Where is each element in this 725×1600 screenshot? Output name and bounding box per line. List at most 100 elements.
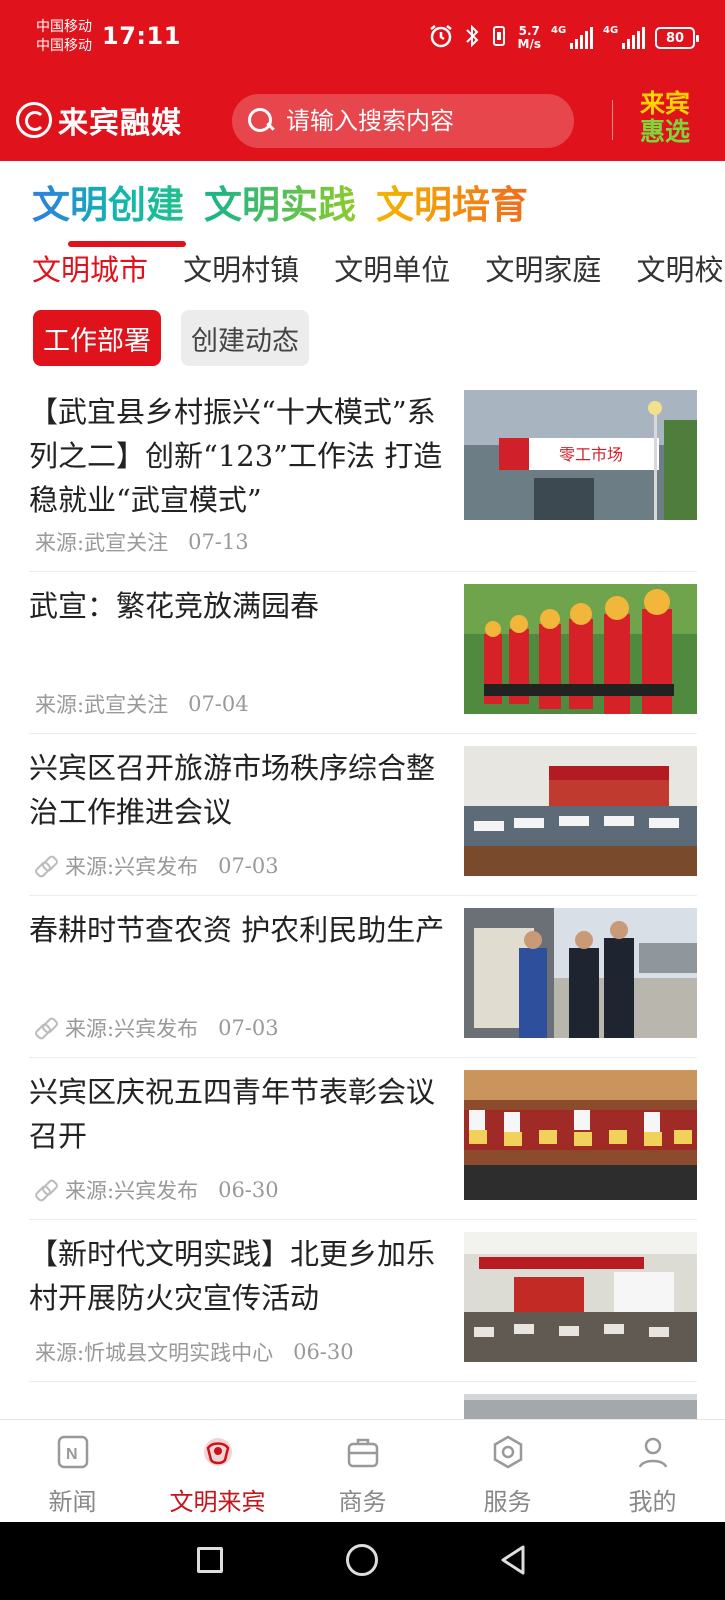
news-date: 07-03 [218, 1016, 279, 1040]
news-source: 来源:兴宾发布 [65, 1179, 199, 1203]
carrier-1: 中国移动 [36, 19, 92, 35]
news-title: 兴宾区召开旅游市场秩序综合整治工作推进会议 [29, 751, 436, 829]
news-item[interactable]: 兴宾区召开旅游市场秩序综合整治工作推进会议 来源:兴宾发布 07-03 [29, 746, 697, 896]
tab-wenming-chuangjian[interactable]: 文明创建 [32, 174, 186, 247]
news-thumbnail [464, 746, 697, 876]
news-item[interactable]: 【新时代文明实践】北更乡加乐村开展防火灾宣传活动 来源:忻城县文明实践中心 06… [29, 1232, 697, 1382]
battery-icon: 80 [655, 27, 699, 49]
news-meta: 来源:兴宾发布 07-03 [35, 851, 279, 881]
news-title: 【武宜县乡村振兴“十大模式”系列之二】创新“123”工作法 打造稳就业“武宣模式… [29, 395, 443, 517]
news-date: 07-03 [218, 854, 279, 878]
news-title: 兴宾区庆祝五四青年节表彰会议召开 [29, 1075, 436, 1153]
bluetooth-icon [464, 23, 480, 53]
tab-label: 文明实践 [204, 182, 357, 227]
battery-level: 80 [665, 30, 685, 46]
app-name: 来宾融媒 [58, 106, 182, 141]
tab-label: 文明创建 [32, 182, 185, 227]
news-item[interactable]: 武宣：繁花竞放满园春 来源:武宣关注 07-04 [29, 584, 697, 734]
news-thumbnail [464, 908, 697, 1038]
search-icon [246, 106, 276, 136]
signal-2-icon: 4G [603, 25, 645, 51]
profile-icon [635, 1434, 671, 1470]
search-bar[interactable] [232, 94, 574, 148]
promo-button[interactable]: 来宾 惠选 [630, 90, 700, 146]
signal-1-icon: 4G [551, 25, 593, 51]
news-thumbnail: 零工市场 [464, 390, 697, 520]
civilization-icon [200, 1434, 236, 1470]
bottom-navigation: N 新闻 文明来宾 商务 服务 我的 [0, 1419, 725, 1522]
subtab-civilized-city[interactable]: 文明城市 [32, 247, 148, 289]
search-input[interactable] [286, 107, 556, 135]
nav-business[interactable]: 商务 [290, 1420, 435, 1522]
promo-line-1: 来宾 [639, 89, 690, 118]
link-icon [35, 1017, 57, 1039]
app-top-bar: 中国移动 中国移动 17:11 5.7 M/s 4G 4G 80 来宾融媒 请输… [0, 0, 725, 161]
news-item[interactable]: 【武宜县乡村振兴“十大模式”系列之二】创新“123”工作法 打造稳就业“武宣模式… [29, 390, 697, 572]
nav-profile[interactable]: 我的 [580, 1420, 725, 1522]
back-icon[interactable] [498, 1544, 528, 1576]
news-item[interactable]: 春耕时节查农资 护农利民助生产 来源:兴宾发布 07-03 [29, 908, 697, 1058]
vibrate-icon [490, 23, 508, 53]
news-date: 07-04 [188, 692, 249, 716]
tab-wenming-peiyu[interactable]: 文明培育 [376, 174, 528, 229]
news-thumbnail [464, 1232, 697, 1362]
nav-service[interactable]: 服务 [435, 1420, 580, 1522]
news-title: 春耕时节查农资 护农利民助生产 [29, 913, 445, 947]
news-thumbnail [464, 1070, 697, 1200]
nav-news[interactable]: N 新闻 [0, 1420, 145, 1522]
news-title: 武宣：繁花竞放满园春 [29, 589, 320, 623]
nav-label: 服务 [483, 1488, 532, 1516]
app-logo: 来宾融媒 [16, 100, 182, 141]
home-icon[interactable] [346, 1544, 378, 1576]
link-icon [35, 855, 57, 877]
news-source: 来源:兴宾发布 [65, 855, 199, 879]
news-source: 来源:武宣关注 [35, 693, 169, 717]
category-tabs: 文明创建 文明实践 文明培育 [32, 174, 528, 247]
news-meta: 来源:兴宾发布 06-30 [35, 1175, 279, 1205]
svg-text:N: N [66, 1446, 78, 1463]
news-source: 来源:忻城县文明实践中心 [35, 1341, 274, 1365]
system-navigation-bar [0, 1522, 725, 1600]
tab-wenming-shijian[interactable]: 文明实践 [204, 174, 356, 229]
thumb-sign-text: 零工市场 [559, 446, 623, 464]
nav-label: 文明来宾 [169, 1488, 266, 1516]
carrier-2: 中国移动 [36, 38, 92, 54]
subtab-civilized-family[interactable]: 文明家庭 [485, 247, 601, 289]
carrier-labels: 中国移动 中国移动 [36, 18, 92, 56]
news-item[interactable]: 兴宾区庆祝五四青年节表彰会议召开 来源:兴宾发布 06-30 [29, 1070, 697, 1220]
header-divider [612, 100, 613, 140]
news-meta: 来源:忻城县文明实践中心 06-30 [35, 1337, 354, 1367]
pill-creation-news[interactable]: 创建动态 [181, 310, 309, 366]
app-header: 来宾融媒 来宾 惠选 [0, 80, 725, 161]
alarm-icon [428, 23, 454, 53]
nav-wenming-laibin[interactable]: 文明来宾 [145, 1420, 290, 1522]
news-source: 来源:武宣关注 [35, 531, 169, 555]
news-thumbnail [464, 584, 697, 714]
news-date: 06-30 [293, 1340, 354, 1364]
logo-icon [16, 102, 52, 138]
news-meta: 来源:兴宾发布 07-03 [35, 1013, 279, 1043]
tab-label: 文明培育 [376, 182, 529, 227]
nav-label: 我的 [628, 1488, 677, 1516]
recent-apps-icon[interactable] [197, 1547, 223, 1573]
news-meta: 来源:武宣关注 07-13 [35, 527, 249, 557]
status-bar: 中国移动 中国移动 17:11 5.7 M/s 4G 4G 80 [0, 0, 725, 80]
pill-work-deployment[interactable]: 工作部署 [33, 310, 161, 366]
link-icon [35, 1179, 57, 1201]
news-title: 【新时代文明实践】北更乡加乐村开展防火灾宣传活动 [29, 1237, 436, 1315]
network-speed: 5.7 M/s [518, 25, 541, 51]
nav-label: 商务 [338, 1488, 387, 1516]
service-hexagon-icon [490, 1434, 526, 1470]
news-list: 【武宜县乡村振兴“十大模式”系列之二】创新“123”工作法 打造稳就业“武宣模式… [29, 390, 697, 1434]
subtab-civilized-unit[interactable]: 文明单位 [334, 247, 450, 289]
subtab-civilized-village[interactable]: 文明村镇 [183, 247, 299, 289]
status-icons: 5.7 M/s 4G 4G 80 [428, 22, 699, 54]
subtab-civilized-campus[interactable]: 文明校园 [636, 247, 725, 289]
news-date: 07-13 [188, 530, 249, 554]
promo-line-2: 惠选 [639, 117, 690, 146]
sub-category-tabs: 文明城市 文明村镇 文明单位 文明家庭 文明校园 [32, 247, 725, 291]
status-time: 17:11 [102, 22, 181, 50]
filter-pills: 工作部署 创建动态 [33, 310, 309, 366]
nav-label: 新闻 [48, 1488, 97, 1516]
network-2-label: 4G [603, 25, 619, 36]
